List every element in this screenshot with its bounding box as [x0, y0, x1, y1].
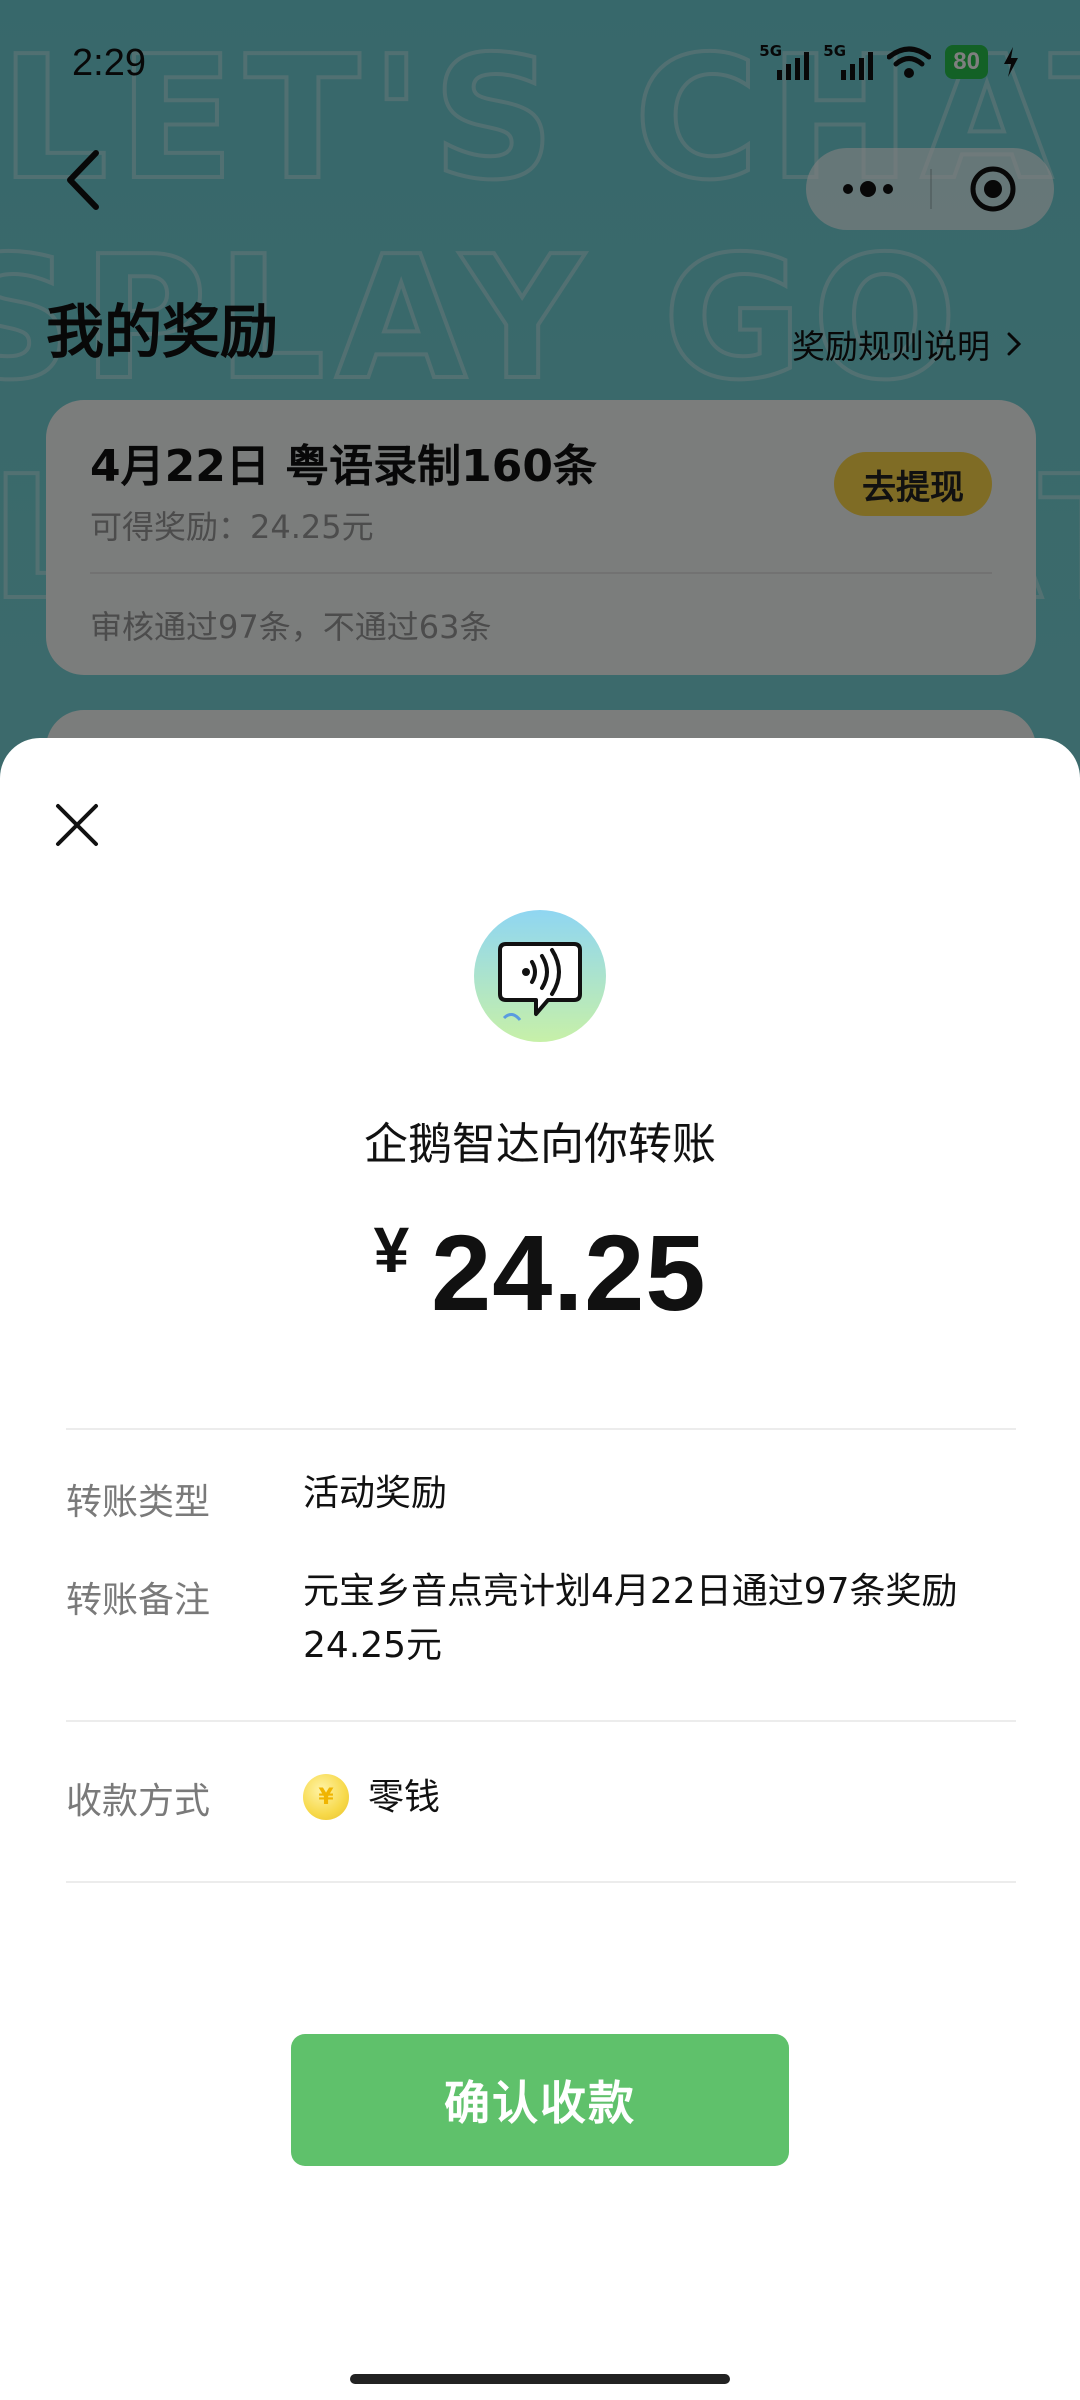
transfer-amount: ¥24.25 — [0, 1210, 1080, 1335]
confirm-receive-button[interactable]: 确认收款 — [291, 2034, 789, 2166]
amount-value: 24.25 — [431, 1212, 707, 1333]
speech-bubble-sound-icon — [474, 910, 606, 1042]
transfer-type-value: 活动奖励 — [303, 1473, 448, 1514]
divider-middle — [66, 1720, 1016, 1722]
transfer-note-label: 转账备注 — [66, 1580, 211, 1621]
transfer-note-value: 元宝乡音点亮计划4月22日通过97条奖励24.25元 — [303, 1571, 958, 1666]
divider-bottom — [66, 1881, 1016, 1883]
payment-method-label: 收款方式 — [66, 1781, 211, 1822]
coin-icon: ¥ — [303, 1774, 349, 1820]
currency-symbol: ¥ — [373, 1214, 410, 1286]
divider-top — [66, 1428, 1016, 1430]
transfer-sheet: 企鹅智达向你转账 ¥24.25 转账类型 活动奖励 转账备注 元宝乡音点亮计划4… — [0, 738, 1080, 2400]
home-indicator[interactable] — [350, 2374, 730, 2384]
close-icon[interactable] — [52, 800, 102, 850]
transfer-type-label: 转账类型 — [66, 1482, 211, 1523]
payment-method-value[interactable]: 零钱 — [368, 1771, 1028, 1825]
payer-line: 企鹅智达向你转账 — [364, 1119, 716, 1170]
